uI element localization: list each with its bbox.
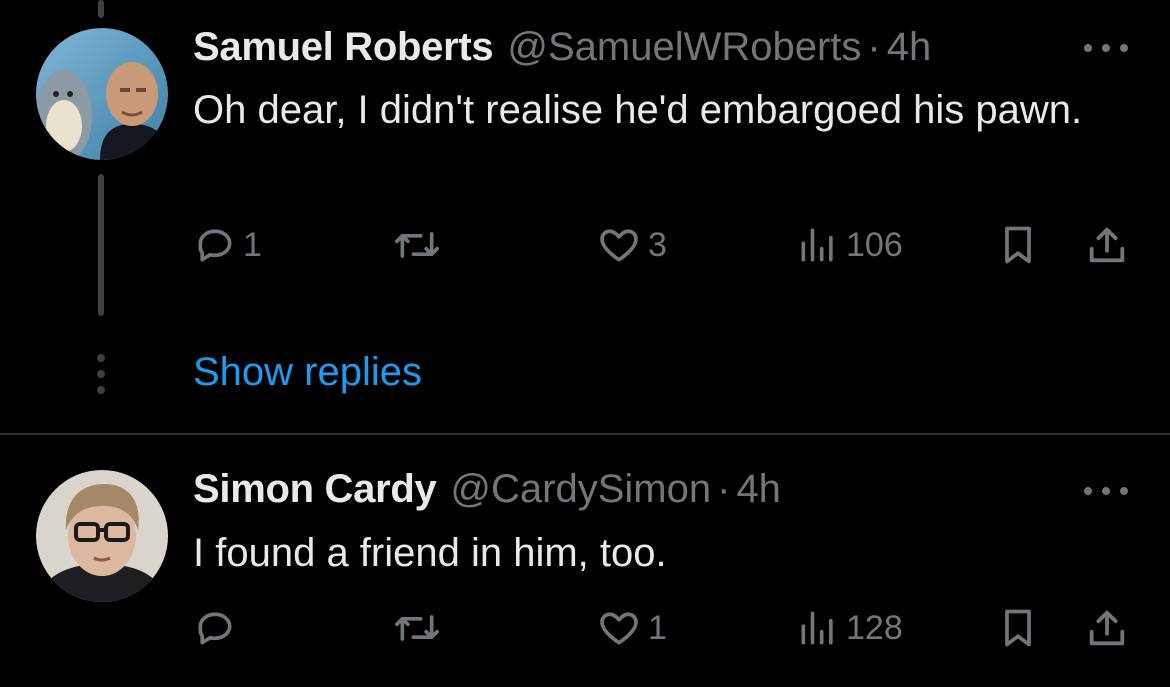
share-button[interactable]: [1084, 603, 1130, 653]
thread-dots: [96, 354, 106, 394]
bookmark-button[interactable]: [996, 220, 1040, 270]
more-icon[interactable]: [1084, 481, 1128, 501]
view-count: 128: [846, 608, 903, 647]
tweet[interactable]: Samuel Roberts @SamuelWRoberts · 4h Oh d…: [0, 0, 1170, 330]
like-icon: [600, 612, 638, 645]
reply-count: 1: [243, 225, 262, 264]
retweet-icon: [395, 232, 439, 258]
tweet-actions: 1 3 106: [193, 220, 1133, 270]
reply-icon: [198, 229, 232, 262]
retweet-button[interactable]: [388, 603, 452, 653]
author-name[interactable]: Samuel Roberts: [193, 25, 494, 70]
bookmark-icon: [1005, 226, 1031, 264]
tweet-text: Oh dear, I didn't realise he'd embargoed…: [193, 88, 1083, 132]
avatar[interactable]: [36, 470, 168, 602]
bookmark-button[interactable]: [996, 603, 1040, 653]
tweet-header: Simon Cardy @CardySimon · 4h: [193, 467, 781, 512]
tweet[interactable]: Simon Cardy @CardySimon · 4h I found a f…: [0, 435, 1170, 687]
author-name[interactable]: Simon Cardy: [193, 467, 437, 512]
author-handle[interactable]: @SamuelWRoberts: [507, 25, 861, 70]
like-button[interactable]: 3: [596, 220, 667, 270]
show-replies-row: Show replies: [0, 340, 1170, 410]
share-icon: [1089, 610, 1125, 646]
reply-button[interactable]: 1: [193, 220, 262, 270]
like-count: 3: [648, 225, 667, 264]
avatar[interactable]: [36, 28, 168, 160]
view-count: 106: [846, 225, 903, 264]
separator: ·: [867, 25, 881, 69]
like-count: 1: [648, 608, 667, 647]
tweet-text: I found a friend in him, too.: [193, 531, 667, 575]
author-handle[interactable]: @CardySimon: [450, 467, 711, 512]
thread-line: [98, 174, 104, 316]
views-icon: [801, 611, 833, 645]
share-button[interactable]: [1084, 220, 1130, 270]
views-button[interactable]: 128: [796, 603, 903, 653]
views-button[interactable]: 106: [796, 220, 903, 270]
thread-line: [98, 0, 104, 18]
retweet-button[interactable]: [388, 220, 452, 270]
timestamp[interactable]: 4h: [736, 467, 781, 512]
like-button[interactable]: 1: [596, 603, 667, 653]
share-icon: [1089, 227, 1125, 263]
tweet-actions: 1 128: [193, 603, 1133, 653]
reply-icon: [198, 612, 232, 645]
like-icon: [600, 229, 638, 262]
timestamp[interactable]: 4h: [887, 25, 932, 70]
separator: ·: [717, 467, 731, 511]
show-replies-link[interactable]: Show replies: [193, 350, 422, 395]
views-icon: [801, 228, 833, 262]
more-icon[interactable]: [1084, 38, 1128, 58]
bookmark-icon: [1005, 609, 1031, 647]
reply-button[interactable]: [193, 603, 243, 653]
tweet-header: Samuel Roberts @SamuelWRoberts · 4h: [193, 25, 931, 70]
retweet-icon: [395, 615, 439, 641]
